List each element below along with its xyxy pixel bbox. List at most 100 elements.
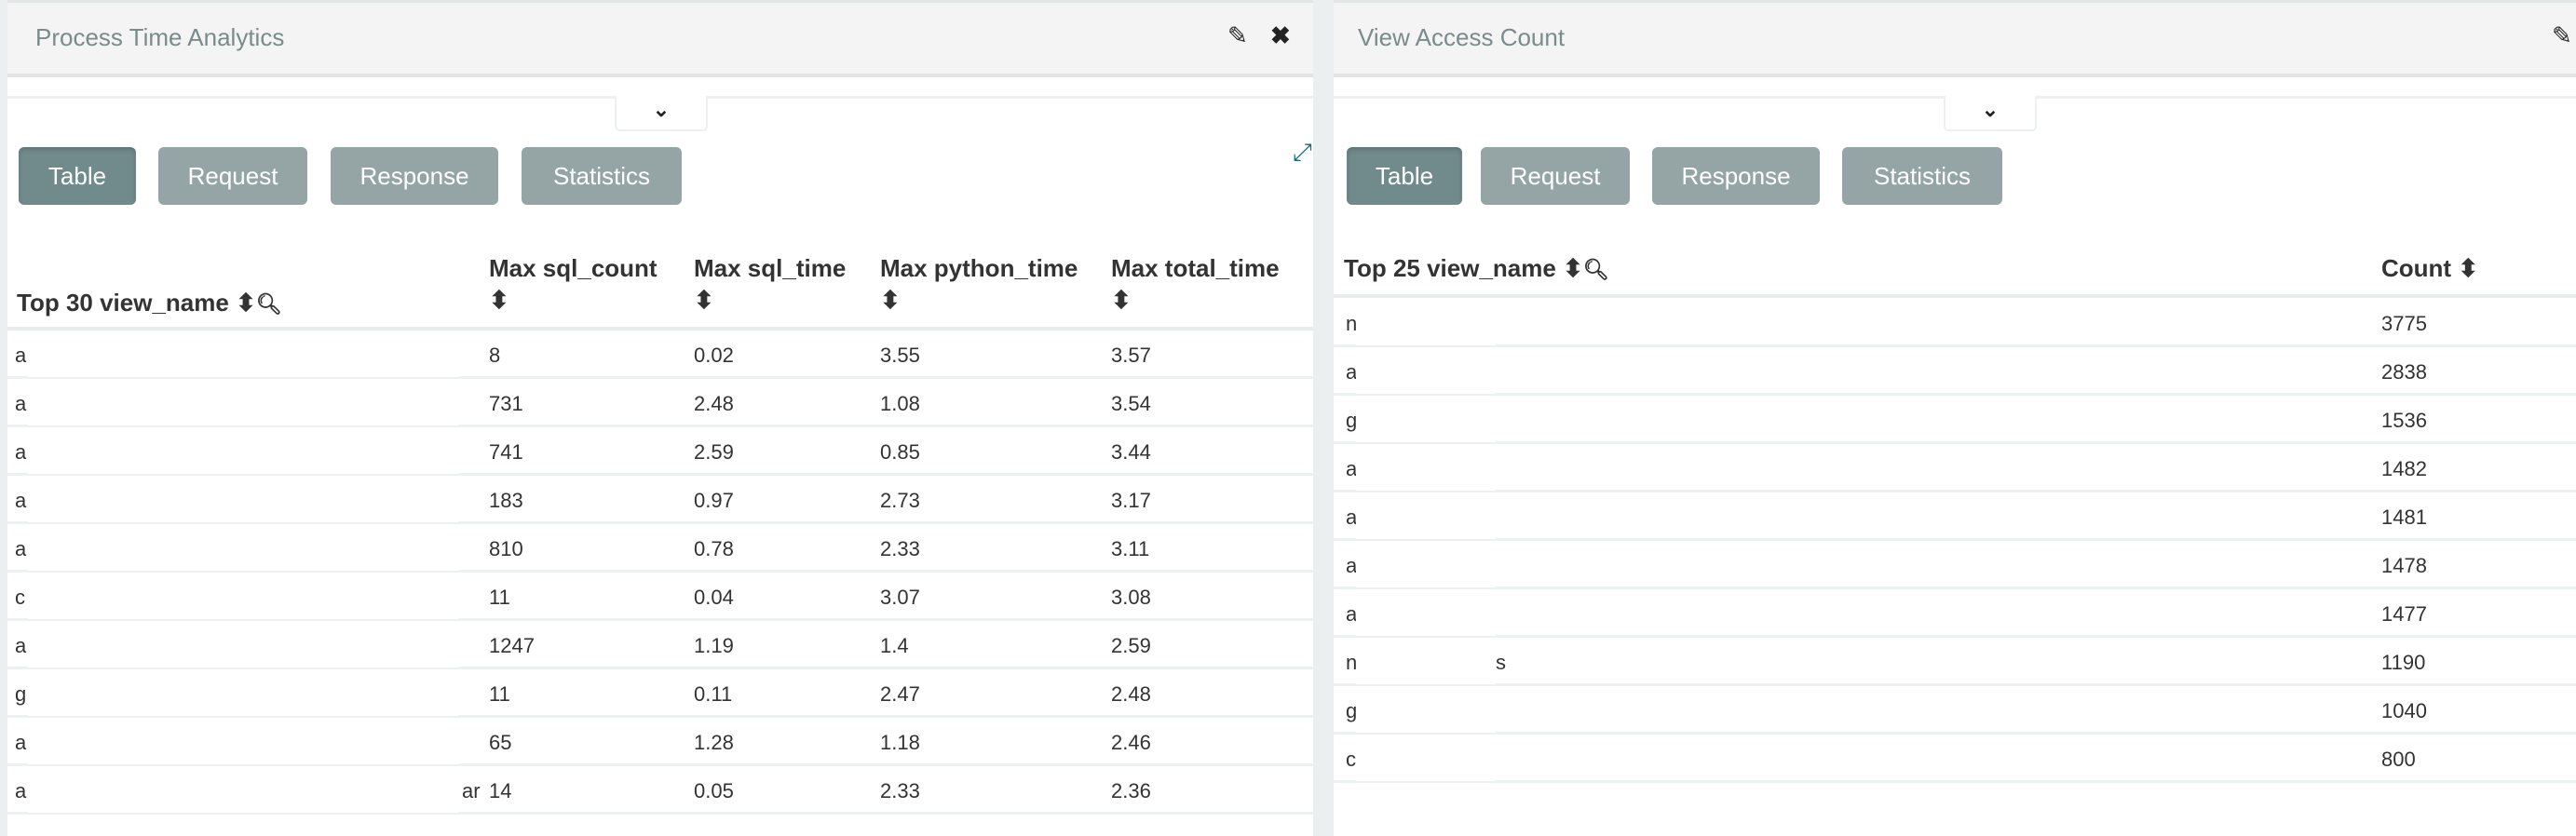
cell-total-time: 3.44 (1111, 440, 1151, 464)
cell-sql-count: 741 (489, 440, 523, 464)
table-row[interactable]: a 65 1.28 1.18 2.46 (7, 718, 1313, 766)
column-header-sql-count[interactable]: Max sql_count ⬍ (489, 252, 658, 316)
tab-request[interactable]: Request (1481, 147, 1630, 205)
panel-title: Process Time Analytics (35, 23, 285, 51)
cell-view-name: a (15, 392, 27, 415)
cell-sql-time: 0.05 (694, 779, 734, 802)
header-label: Max sql_time (694, 254, 847, 282)
redaction-overlay (28, 330, 458, 377)
cell-sql-time: 2.59 (694, 440, 734, 464)
cell-count: 2838 (2381, 360, 2427, 384)
sort-icon[interactable]: ⬍ (2458, 254, 2478, 282)
column-header-count[interactable]: Count ⬍ (2381, 252, 2478, 284)
column-header-view-name[interactable]: Top 30 view_name ⬍🔍︎ (17, 287, 282, 320)
search-icon[interactable]: 🔍︎ (256, 292, 282, 316)
cell-count: 1477 (2381, 602, 2427, 626)
chevron-down-icon[interactable]: ⌄ (615, 96, 708, 131)
tab-statistics[interactable]: Statistics (522, 147, 682, 205)
header-label: Top 30 view_name (17, 289, 229, 317)
table-row[interactable]: a 1478 (1334, 541, 2576, 589)
redaction-overlay (28, 766, 458, 813)
table-row[interactable]: a 2838 (1334, 347, 2576, 396)
cell-count: 3775 (2381, 312, 2427, 335)
column-header-sql-time[interactable]: Max sql_time ⬍ (694, 252, 846, 316)
table-row[interactable]: a 731 2.48 1.08 3.54 (7, 379, 1313, 427)
sort-icon[interactable]: ⬍ (489, 284, 658, 316)
header-label: Count (2381, 254, 2452, 282)
redaction-overlay (1356, 492, 1496, 539)
cell-count: 800 (2381, 748, 2416, 771)
table-row[interactable]: n 3775 (1334, 299, 2576, 347)
cell-view-name: a (15, 731, 27, 754)
column-header-python-time[interactable]: Max python_time ⬍ (880, 252, 1078, 316)
sort-icon[interactable]: ⬍ (880, 284, 1078, 316)
header-label: Max total_time (1111, 254, 1280, 282)
tab-statistics[interactable]: Statistics (1842, 147, 2002, 205)
table-row[interactable]: a 8 0.02 3.55 3.57 (7, 330, 1313, 379)
cell-python-time: 3.55 (880, 344, 920, 367)
tab-response[interactable]: Response (331, 147, 498, 205)
table-row[interactable]: a 183 0.97 2.73 3.17 (7, 476, 1313, 524)
table-row[interactable]: a 1477 (1334, 589, 2576, 638)
table-row[interactable]: a 741 2.59 0.85 3.44 (7, 427, 1313, 476)
redaction-overlay (1356, 589, 1496, 636)
pencil-icon[interactable]: ✎ (1227, 21, 1248, 50)
cell-sql-count: 810 (489, 537, 523, 560)
table-row[interactable]: a 1247 1.19 1.4 2.59 (7, 621, 1313, 669)
cell-python-time: 0.85 (880, 440, 920, 464)
redaction-overlay (1356, 299, 1496, 345)
search-icon[interactable]: 🔍︎ (1583, 258, 1609, 281)
header-label: Top 25 view_name (1344, 254, 1556, 282)
tab-table[interactable]: Table (19, 147, 136, 205)
table-row[interactable]: c 11 0.04 3.07 3.08 (7, 573, 1313, 621)
cell-python-time: 2.73 (880, 489, 920, 512)
table-row[interactable]: a 1482 (1334, 444, 2576, 492)
tab-table[interactable]: Table (1347, 147, 1462, 205)
redaction-overlay (28, 427, 458, 474)
sort-icon[interactable]: ⬍ (694, 284, 846, 316)
column-header-total-time[interactable]: Max total_time ⬍ (1111, 252, 1280, 316)
sort-icon[interactable]: ⬍ (1563, 254, 1583, 282)
table-row[interactable]: a 810 0.78 2.33 3.11 (7, 524, 1313, 573)
table-row[interactable]: g 11 0.11 2.47 2.48 (7, 669, 1313, 718)
cell-sql-time: 0.97 (694, 489, 734, 512)
expand-icon[interactable]: ⤢ (1293, 138, 1312, 168)
table-row[interactable]: g 1536 (1334, 396, 2576, 444)
redaction-overlay (28, 621, 458, 667)
table-row[interactable]: g 1040 (1334, 686, 2576, 735)
cell-view-name: a (15, 344, 27, 367)
cell-count: 1040 (2381, 699, 2427, 722)
sort-icon[interactable]: ⬍ (1111, 284, 1280, 316)
cell-view-name: a (15, 537, 27, 560)
cell-view-name: a (15, 634, 27, 657)
table-row[interactable]: a ar 14 0.05 2.33 2.36 (7, 766, 1313, 815)
cell-count: 1536 (2381, 409, 2427, 432)
cell-count: 1190 (2381, 651, 2426, 674)
redaction-overlay (28, 379, 458, 425)
cell-view-name-suffix: s (1496, 651, 1506, 674)
tab-response[interactable]: Response (1652, 147, 1820, 205)
view-access-count-panel: View Access Count ✎ ⌄ Table Request Resp… (1334, 0, 2576, 836)
chevron-down-icon[interactable]: ⌄ (1944, 96, 2037, 131)
table-row[interactable]: c 800 (1334, 735, 2576, 783)
redaction-overlay (1356, 541, 1496, 587)
cell-count: 1478 (2381, 554, 2427, 577)
sort-icon[interactable]: ⬍ (236, 289, 256, 317)
cell-count: 1482 (2381, 457, 2427, 480)
header-divider (1334, 294, 2576, 298)
redaction-overlay (28, 573, 458, 619)
table-row[interactable]: a 1481 (1334, 492, 2576, 541)
tab-request[interactable]: Request (158, 147, 307, 205)
pencil-icon[interactable]: ✎ (2552, 21, 2572, 50)
redaction-overlay (28, 476, 458, 522)
cell-total-time: 2.46 (1111, 731, 1151, 754)
redaction-overlay (1356, 638, 1496, 684)
table-row[interactable]: n s 1190 (1334, 638, 2576, 686)
cell-view-name: a (15, 489, 27, 512)
cell-view-name: a (15, 779, 27, 802)
cell-total-time: 3.11 (1111, 537, 1150, 560)
cell-sql-count: 183 (489, 489, 523, 512)
column-header-view-name[interactable]: Top 25 view_name ⬍🔍︎ (1344, 252, 1609, 286)
close-icon[interactable]: ✖ (1270, 21, 1291, 50)
cell-total-time: 2.59 (1111, 634, 1151, 657)
